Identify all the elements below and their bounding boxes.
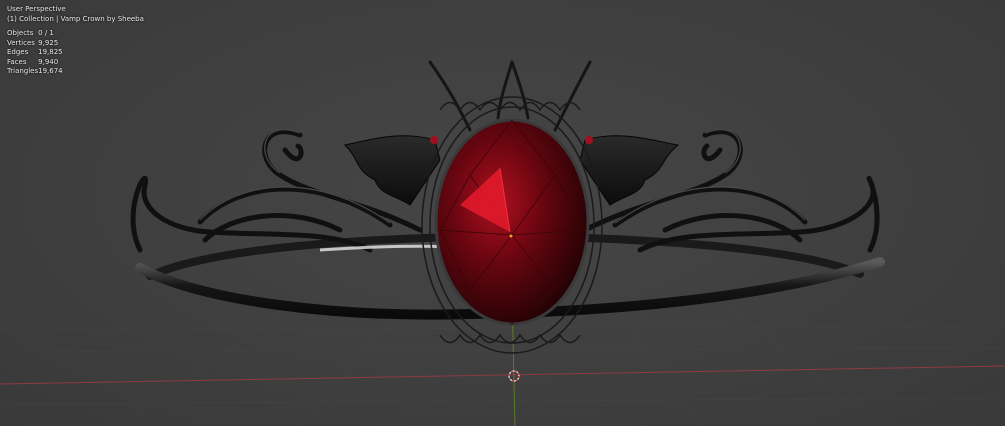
stat-label: Edges xyxy=(7,48,29,56)
stat-label: Faces xyxy=(7,57,27,66)
origin-dot-icon[interactable] xyxy=(509,234,513,238)
stat-value: 19,825 xyxy=(38,48,63,56)
stat-row-vertices: Vertices 9,925 xyxy=(7,39,63,49)
collection-info: (1) Collection | Vamp Crown by Sheeba xyxy=(7,14,144,23)
stat-row-triangles: Triangles 19,674 xyxy=(7,67,63,77)
stat-value: 9,940 xyxy=(38,57,59,66)
stat-row-edges: Edges 19,825 xyxy=(7,48,63,58)
viewport-scene[interactable] xyxy=(0,0,1005,426)
stat-label: Objects xyxy=(7,29,34,37)
stat-label: Triangles xyxy=(7,67,39,75)
stat-label: Vertices xyxy=(7,38,35,47)
stat-value: 19,674 xyxy=(38,67,63,75)
view-name: User Perspective xyxy=(7,5,66,13)
stat-value: 9,925 xyxy=(38,38,59,47)
stat-row-objects: Objects 0 / 1 xyxy=(7,29,63,39)
scene-statistics: Objects 0 / 1 Vertices 9,925 Edges 19,82… xyxy=(7,29,63,77)
stat-value: 0 / 1 xyxy=(38,29,54,37)
x-axis-line xyxy=(0,365,1005,385)
3d-viewport[interactable]: User Perspective (1) Collection | Vamp C… xyxy=(0,0,1005,426)
viewport-text-overlay: User Perspective (1) Collection | Vamp C… xyxy=(7,5,144,77)
wing-jewel-right xyxy=(585,136,593,144)
bat-wing-right xyxy=(579,135,680,206)
bat-wing-left xyxy=(343,135,441,206)
crown-gem xyxy=(434,118,590,326)
stat-row-faces: Faces 9,940 xyxy=(7,58,63,68)
wing-jewel-left xyxy=(430,136,438,144)
